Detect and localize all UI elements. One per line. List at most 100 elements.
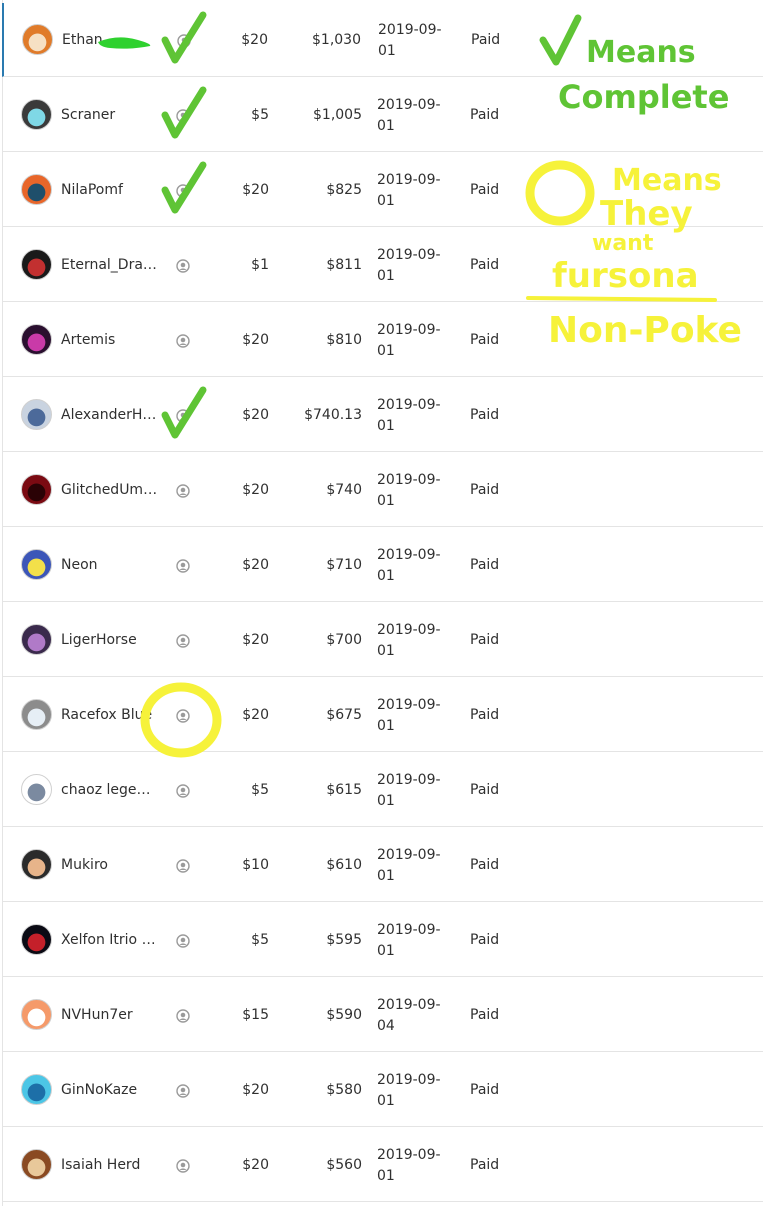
person-circle-icon[interactable]: [177, 34, 191, 48]
pledge-amount: $1: [251, 257, 269, 273]
last-charge-date: 2019-09-01: [377, 847, 441, 884]
charge-status: Paid: [470, 857, 500, 873]
patron-avatar[interactable]: [21, 924, 52, 955]
person-circle-icon[interactable]: [176, 859, 190, 873]
charge-status: Paid: [470, 932, 500, 948]
patron-name[interactable]: Mukiro: [61, 855, 159, 876]
patron-row[interactable]: Neon $20 $710 2019-09-01 Paid: [3, 528, 763, 602]
pledge-amount: $20: [242, 557, 269, 573]
patron-avatar[interactable]: [21, 624, 52, 655]
patron-row[interactable]: Ethan $20 $1,030 2019-09-01 Paid: [2, 3, 763, 77]
patron-avatar[interactable]: [21, 174, 52, 205]
lifetime-amount: $825: [326, 182, 362, 198]
patron-name[interactable]: Artemis: [61, 330, 159, 351]
person-circle-icon[interactable]: [176, 709, 190, 723]
lifetime-amount: $1,030: [312, 32, 361, 48]
patron-row[interactable]: LigerHorse $20 $700 2019-09-01 Paid: [3, 603, 763, 677]
last-charge-date: 2019-09-01: [377, 1147, 441, 1184]
lifetime-amount: $675: [326, 707, 362, 723]
person-circle-icon[interactable]: [176, 784, 190, 798]
patron-name[interactable]: AlexanderHe…: [61, 405, 159, 426]
patron-name[interactable]: Isaiah Herd: [61, 1155, 159, 1176]
charge-status: Paid: [470, 1157, 500, 1173]
patron-avatar[interactable]: [21, 324, 52, 355]
lifetime-amount: $610: [326, 857, 362, 873]
patron-avatar[interactable]: [21, 99, 52, 130]
patron-row[interactable]: Isaiah Herd $20 $560 2019-09-01 Paid: [3, 1128, 763, 1202]
patron-avatar[interactable]: [21, 999, 52, 1030]
charge-status: Paid: [470, 482, 500, 498]
patron-row[interactable]: Artemis $20 $810 2019-09-01 Paid: [3, 303, 763, 377]
patron-name[interactable]: GlitchedUmbre: [61, 480, 159, 501]
patron-avatar[interactable]: [21, 774, 52, 805]
pledge-amount: $5: [251, 782, 269, 798]
charge-status: Paid: [470, 332, 500, 348]
patron-row[interactable]: AlexanderHe… $20 $740.13 2019-09-01 Paid: [3, 378, 763, 452]
pledge-amount: $20: [242, 1082, 269, 1098]
patron-name[interactable]: Neon: [61, 555, 159, 576]
charge-status: Paid: [470, 632, 500, 648]
patron-avatar[interactable]: [21, 1149, 52, 1180]
patron-avatar[interactable]: [22, 24, 53, 55]
pledge-amount: $5: [251, 932, 269, 948]
pledge-amount: $20: [242, 632, 269, 648]
person-circle-icon[interactable]: [176, 109, 190, 123]
patron-name[interactable]: chaoz legends: [61, 780, 159, 801]
person-circle-icon[interactable]: [176, 184, 190, 198]
person-circle-icon[interactable]: [176, 634, 190, 648]
charge-status: Paid: [470, 1007, 500, 1023]
patron-row[interactable]: chaoz legends $5 $615 2019-09-01 Paid: [3, 753, 763, 827]
lifetime-amount: $740: [326, 482, 362, 498]
patron-avatar[interactable]: [21, 474, 52, 505]
patron-avatar[interactable]: [21, 549, 52, 580]
pledge-amount: $20: [242, 1157, 269, 1173]
patron-name[interactable]: Eternal_Drag…: [61, 255, 159, 276]
patron-name[interactable]: GinNoKaze: [61, 1080, 159, 1101]
patron-row[interactable]: GinNoKaze $20 $580 2019-09-01 Paid: [3, 1053, 763, 1127]
patron-avatar[interactable]: [21, 1074, 52, 1105]
patron-name[interactable]: Racefox Blue: [61, 705, 159, 726]
patron-row[interactable]: GlitchedUmbre $20 $740 2019-09-01 Paid: [3, 453, 763, 527]
pledge-amount: $20: [242, 707, 269, 723]
person-circle-icon[interactable]: [176, 409, 190, 423]
lifetime-amount: $810: [326, 332, 362, 348]
pledge-amount: $20: [241, 32, 268, 48]
person-circle-icon[interactable]: [176, 1159, 190, 1173]
patron-row[interactable]: Xelfon Itrio K… $5 $595 2019-09-01 Paid: [3, 903, 763, 977]
patron-avatar[interactable]: [21, 699, 52, 730]
patron-name[interactable]: Xelfon Itrio K…: [61, 930, 159, 951]
patron-avatar[interactable]: [21, 399, 52, 430]
lifetime-amount: $740.13: [304, 407, 362, 423]
patron-row[interactable]: Eternal_Drag… $1 $811 2019-09-01 Paid: [3, 228, 763, 302]
last-charge-date: 2019-09-04: [377, 997, 441, 1034]
pledge-amount: $20: [242, 332, 269, 348]
patron-name[interactable]: Ethan: [62, 30, 160, 51]
lifetime-amount: $700: [326, 632, 362, 648]
person-circle-icon[interactable]: [176, 334, 190, 348]
patron-avatar[interactable]: [21, 849, 52, 880]
patron-row[interactable]: Racefox Blue $20 $675 2019-09-01 Paid: [3, 678, 763, 752]
last-charge-date: 2019-09-01: [377, 922, 441, 959]
charge-status: Paid: [470, 707, 500, 723]
patron-name[interactable]: NilaPomf: [61, 180, 159, 201]
person-circle-icon[interactable]: [176, 1084, 190, 1098]
patron-row[interactable]: NilaPomf $20 $825 2019-09-01 Paid: [3, 153, 763, 227]
patron-name[interactable]: NVHun7er: [61, 1005, 159, 1026]
patron-row[interactable]: Mukiro $10 $610 2019-09-01 Paid: [3, 828, 763, 902]
person-circle-icon[interactable]: [176, 934, 190, 948]
person-circle-icon[interactable]: [176, 259, 190, 273]
patron-avatar[interactable]: [21, 249, 52, 280]
patron-table: Ethan $20 $1,030 2019-09-01 Paid Scraner $5 $1,…: [2, 0, 763, 1206]
patron-row[interactable]: Scraner $5 $1,005 2019-09-01 Paid: [3, 78, 763, 152]
lifetime-amount: $811: [326, 257, 362, 273]
patron-name[interactable]: Scraner: [61, 105, 159, 126]
patron-name[interactable]: LigerHorse: [61, 630, 159, 651]
charge-status: Paid: [470, 782, 500, 798]
person-circle-icon[interactable]: [176, 559, 190, 573]
lifetime-amount: $595: [326, 932, 362, 948]
person-circle-icon[interactable]: [176, 484, 190, 498]
patron-row[interactable]: NVHun7er $15 $590 2019-09-04 Paid: [3, 978, 763, 1052]
person-circle-icon[interactable]: [176, 1009, 190, 1023]
last-charge-date: 2019-09-01: [377, 247, 441, 284]
charge-status: Paid: [470, 107, 500, 123]
